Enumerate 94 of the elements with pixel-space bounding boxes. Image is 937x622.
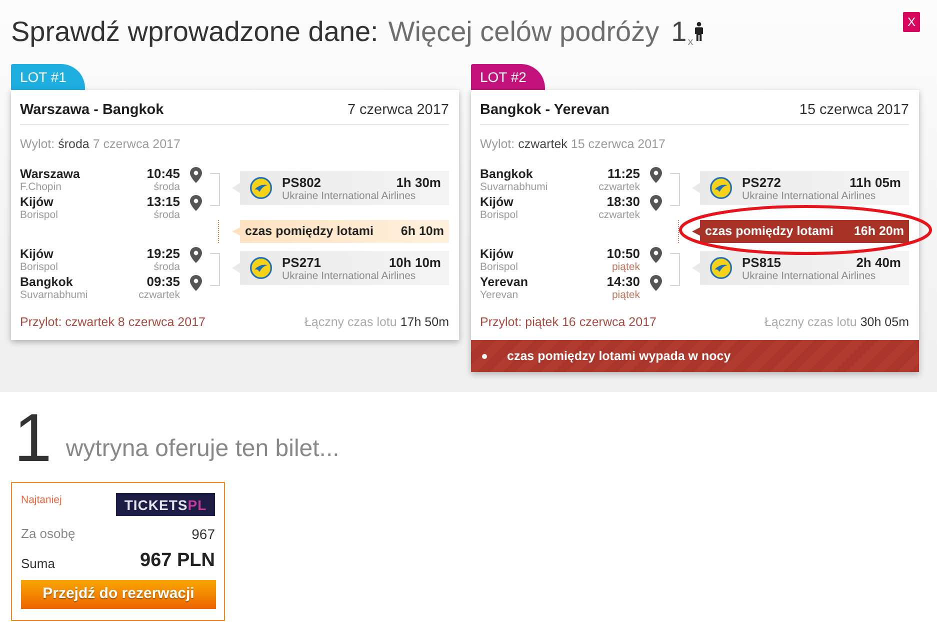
flight-number: PS271 <box>282 254 322 270</box>
flight-duration: 1h 30m <box>396 174 441 190</box>
per-person-price: 967 <box>192 524 215 544</box>
total-flight-time: Łączny czas lotu 17h 50m <box>304 314 449 330</box>
airport-name: Borispol <box>20 209 59 221</box>
airport-name: F.Chopin <box>20 181 62 193</box>
city-name: Bangkok <box>20 275 74 289</box>
stop-connector <box>670 173 680 206</box>
airline-logo-icon <box>710 177 732 199</box>
layover-duration: 6h 10m <box>400 224 444 239</box>
stop-time: 14:30 <box>606 275 640 289</box>
stop-weekday: piątek <box>612 289 640 301</box>
city-name: Bangkok <box>480 167 534 181</box>
airline-name: Ukraine International Airlines <box>742 190 877 202</box>
stop-connector <box>670 253 680 286</box>
layover-duration: 16h 20m <box>854 224 904 239</box>
departure-info: Wylot: czwartek 15 czerwca 2017 <box>480 136 666 152</box>
city-name: Kijów <box>20 195 54 209</box>
trip-type: Więcej celów podróży <box>388 15 660 49</box>
stop-time: 10:50 <box>606 247 640 261</box>
stop-weekday: piątek <box>612 261 640 273</box>
stop-weekday: czwartek <box>598 181 640 193</box>
route-title: Bangkok - Yerevan <box>480 101 610 120</box>
map-pin-icon <box>650 247 662 263</box>
layover-connector <box>678 220 679 243</box>
stop-time: 10:45 <box>146 167 180 181</box>
map-pin-icon <box>190 275 202 291</box>
flight-number: PS802 <box>282 174 322 190</box>
total-label: Suma <box>21 556 55 572</box>
page-title: Sprawdź wprowadzone dane: <box>11 15 378 49</box>
stop-time: 19:25 <box>146 247 180 261</box>
stop-weekday: środa <box>154 209 180 221</box>
total-flight-time: Łączny czas lotu 30h 05m <box>764 314 909 330</box>
airline-name: Ukraine International Airlines <box>282 270 417 282</box>
layover-connector <box>218 220 219 243</box>
close-button[interactable]: X <box>903 12 920 32</box>
map-pin-icon <box>650 167 662 183</box>
offer-count: 1 <box>14 408 52 468</box>
airport-name: Borispol <box>480 209 519 221</box>
route-date: 7 czerwca 2017 <box>347 101 449 120</box>
stop-connector <box>210 253 220 286</box>
flight-label: LOT #2 <box>471 64 545 90</box>
map-pin-icon <box>650 195 662 211</box>
stop-connector <box>210 173 220 206</box>
stop-time: 13:15 <box>146 195 180 209</box>
flight-duration: 11h 05m <box>850 174 901 190</box>
total-price: 967 PLN <box>140 550 215 572</box>
city-name: Kijów <box>480 247 514 261</box>
brand-logo: TICKETSPL <box>116 493 215 516</box>
airport-name: Borispol <box>20 261 59 273</box>
warning-text: czas pomiędzy lotami wypada w nocy <box>507 348 731 365</box>
city-name: Kijów <box>20 247 54 261</box>
bullet-icon <box>482 354 487 358</box>
layover-label: czas pomiędzy lotami <box>245 224 374 239</box>
stop-time: 18:30 <box>606 195 640 209</box>
airline-logo-icon <box>710 257 732 279</box>
city-name: Yerevan <box>480 275 529 289</box>
map-pin-icon <box>190 167 202 183</box>
airline-name: Ukraine International Airlines <box>282 190 417 202</box>
airport-name: Yerevan <box>480 289 520 301</box>
arrival-info: Przylot: czwartek 8 czerwca 2017 <box>20 314 206 330</box>
flight-duration: 10h 10m <box>388 254 441 270</box>
arrival-info: Przylot: piątek 16 czerwca 2017 <box>480 314 656 330</box>
flight-label: LOT #1 <box>11 64 85 90</box>
departure-info: Wylot: środa 7 czerwca 2017 <box>20 136 180 152</box>
stop-time: 09:35 <box>146 275 180 289</box>
flight-number: PS272 <box>742 174 782 190</box>
stop-time: 11:25 <box>607 167 640 181</box>
cheapest-label: Najtaniej <box>21 493 62 507</box>
airline-name: Ukraine International Airlines <box>742 270 877 282</box>
stop-weekday: czwartek <box>138 289 180 301</box>
airport-name: Suvarnabhumi <box>480 181 549 193</box>
airport-name: Suvarnabhumi <box>20 289 89 301</box>
passenger-count: 1 <box>671 15 687 49</box>
city-name: Kijów <box>480 195 514 209</box>
city-name: Warszawa <box>20 167 81 181</box>
airline-logo-icon <box>250 177 272 199</box>
route-title: Warszawa - Bangkok <box>20 101 164 120</box>
map-pin-icon <box>190 247 202 263</box>
layover-label: czas pomiędzy lotami <box>705 224 834 239</box>
offer-heading: wytryna oferuje ten bilet... <box>66 435 340 463</box>
map-pin-icon <box>190 195 202 211</box>
stop-weekday: środa <box>154 261 180 273</box>
map-pin-icon <box>650 275 662 291</box>
flight-number: PS815 <box>742 254 782 270</box>
stop-weekday: czwartek <box>598 209 640 221</box>
airline-logo-icon <box>250 257 272 279</box>
person-icon <box>694 22 704 41</box>
airport-name: Borispol <box>480 261 519 273</box>
flight-duration: 2h 40m <box>856 254 901 270</box>
per-person-label: Za osobę <box>21 525 76 544</box>
stop-weekday: środa <box>154 181 180 193</box>
passenger-multiplier: x <box>688 36 694 48</box>
route-date: 15 czerwca 2017 <box>799 101 909 120</box>
